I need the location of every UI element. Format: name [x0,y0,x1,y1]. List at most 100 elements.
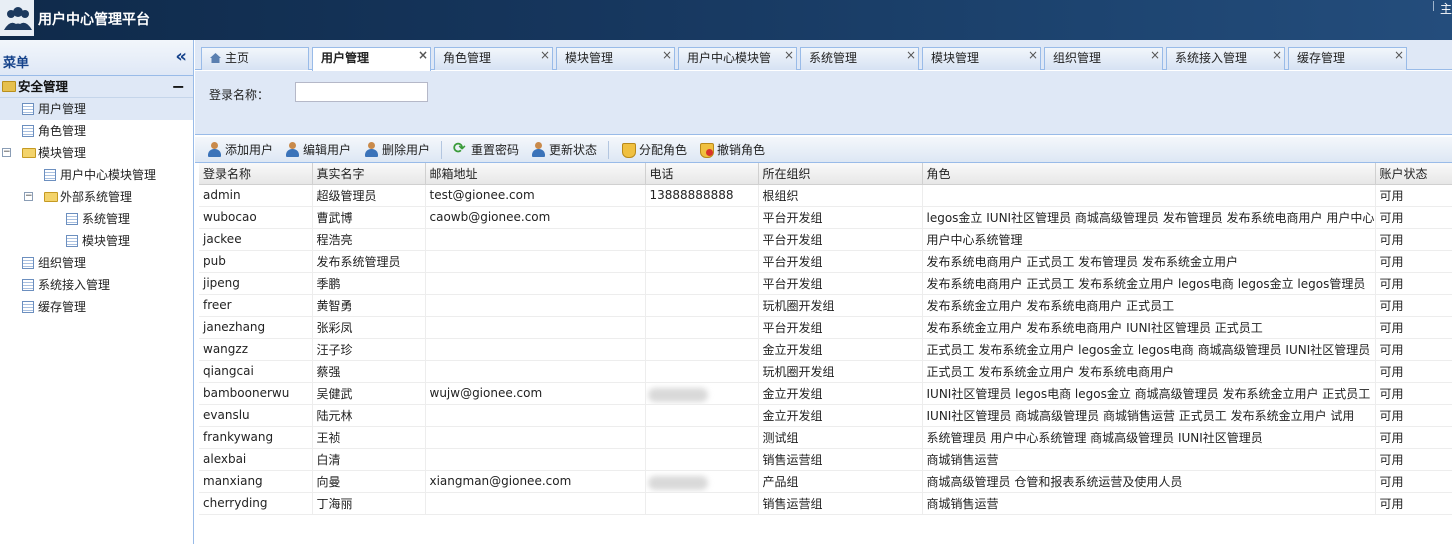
update-status-button[interactable]: 更新状态 [531,141,597,159]
reset-password-button[interactable]: 重置密码 [453,139,519,159]
table-row[interactable]: janezhang 张彩凤 平台开发组 发布系统金立用户 发布系统电商用户 IUNI社… [199,316,1452,339]
sidebar-item-label: 用户中心模块管理 [60,168,157,182]
table-row[interactable]: wubocao 曹武博 caowb@gionee.com 平台开发组 legos金立 I… [199,206,1452,229]
table-row[interactable]: jipeng 季鹏 平台开发组 发布系统电商用户 正式员工 发布系统金立用户 lego… [199,272,1452,295]
tab-system-management[interactable]: 系统管理 × [800,47,919,70]
close-icon[interactable]: × [1272,45,1282,66]
close-icon[interactable]: × [1150,45,1160,66]
tab-bar: 主页 用户管理 × 角色管理 × 模块管理 × 用户中心模块管 × 系统管理 × 模块管理… [195,40,1452,71]
assign-role-label: 分配角色 [639,143,688,157]
table-row[interactable]: wangzz 汪子珍 金立开发组 正式员工 发布系统金立用户 legos金立 lego… [199,338,1452,361]
grid-icon [22,103,34,115]
grid-icon [22,301,34,313]
close-icon[interactable]: × [784,45,794,66]
tab-system-access[interactable]: 系统接入管理 × [1166,47,1285,70]
table-cell: janezhang [199,316,313,339]
close-icon[interactable]: × [906,45,916,66]
table-cell: 可用 [1375,316,1452,339]
tab-label: 主页 [225,51,250,65]
add-user-button[interactable]: 添加用户 [207,141,273,159]
collapse-tree-icon[interactable]: − [2,148,11,157]
column-header[interactable]: 角色 [922,163,1376,185]
table-cell: legos金立 IUNI社区管理员 商城高级管理员 发布管理员 发布系统电商用户… [922,206,1376,229]
table-row[interactable]: pub 发布系统管理员 平台开发组 发布系统电商用户 正式员工 发布管理员 发布系统金… [199,250,1452,273]
table-row[interactable]: cherryding 丁海丽 销售运营组 商城销售运营 可用 [199,492,1452,515]
tab-module-management[interactable]: 模块管理 × [556,47,675,70]
collapse-icon[interactable]: « [175,48,187,66]
tab-label: 系统接入管理 [1175,51,1248,65]
table-cell: 可用 [1375,448,1452,471]
tab-module-management-2[interactable]: 模块管理 × [922,47,1041,70]
table-cell: 系统管理员 用户中心系统管理 商城高级管理员 IUNI社区管理员 [922,426,1376,449]
table-row[interactable]: freer 黄智勇 玩机圈开发组 发布系统金立用户 发布系统电商用户 正式员工 可用 [199,294,1452,317]
header-right-link[interactable]: 主 [1432,0,1452,17]
sidebar-item-system-access[interactable]: 系统接入管理 [0,274,193,296]
sidebar-item-user-management[interactable]: 用户管理 [0,98,193,120]
column-header[interactable]: 真实名字 [312,163,426,185]
table-cell: 黄智勇 [312,294,426,317]
table-row[interactable]: evanslu 陆元林 金立开发组 IUNI社区管理员 商城高级管理员 商城销售运营 … [199,404,1452,427]
table-cell: 平台开发组 [758,228,923,251]
column-header[interactable]: 电话 [645,163,759,185]
close-icon[interactable]: × [1028,45,1038,66]
table-row[interactable]: bamboonerwu 吴健武 wujw@gionee.com 金立开发组 IUNI社区… [199,382,1452,405]
sidebar-item-module-management[interactable]: − 模块管理 [0,142,193,164]
shield-icon [621,142,636,158]
search-panel: 登录名称： [195,71,1452,135]
app-title: 用户中心管理平台 [38,12,150,28]
column-header[interactable]: 邮箱地址 [425,163,646,185]
column-header[interactable]: 账户状态 [1375,163,1452,185]
sidebar-header: 菜单 « [0,40,193,76]
delete-user-button[interactable]: 删除用户 [364,141,430,159]
table-cell [425,492,646,515]
login-name-label: 登录名称： [209,88,270,102]
sidebar-item-usercenter-module[interactable]: 用户中心模块管理 [0,164,193,186]
revoke-role-label: 撤销角色 [717,143,766,157]
sidebar-item-cache-management[interactable]: 缓存管理 [0,296,193,318]
tab-usercenter-module[interactable]: 用户中心模块管 × [678,47,797,70]
table-row[interactable]: qiangcai 蔡强 玩机圈开发组 正式员工 发布系统金立用户 发布系统电商用户 可用 [199,360,1452,383]
tab-role-management[interactable]: 角色管理 × [434,47,553,70]
table-cell: 销售运营组 [758,448,923,471]
sidebar-item-label: 模块管理 [38,146,87,160]
sidebar-item-system-management[interactable]: 系统管理 [0,208,193,230]
minus-icon[interactable]: − [172,76,185,98]
revoke-role-button[interactable]: 撤销角色 [699,141,765,159]
tab-cache-management[interactable]: 缓存管理 × [1288,47,1407,70]
table-cell: 用户中心系统管理 [922,228,1376,251]
tab-label: 用户管理 [321,51,370,65]
table-cell: pub [199,250,313,273]
add-user-icon [207,142,222,157]
table-cell: 可用 [1375,470,1452,493]
column-header[interactable]: 所在组织 [758,163,923,185]
table-row[interactable]: alexbai 白清 销售运营组 商城销售运营 可用 [199,448,1452,471]
sidebar-item-external-system[interactable]: − 外部系统管理 [0,186,193,208]
table-cell: 发布系统电商用户 正式员工 发布管理员 发布系统金立用户 [922,250,1376,273]
edit-user-button[interactable]: 编辑用户 [285,141,351,159]
table-row[interactable]: jackee 程浩亮 平台开发组 用户中心系统管理 可用 [199,228,1452,251]
assign-role-button[interactable]: 分配角色 [621,141,687,159]
close-icon[interactable]: × [418,45,428,66]
login-name-input[interactable] [295,82,428,102]
table-row[interactable]: admin 超级管理员 test@gionee.com 13888888888 根组织 可… [199,184,1452,207]
tab-home[interactable]: 主页 [201,47,309,70]
close-icon[interactable]: × [1394,45,1404,66]
table-cell: IUNI社区管理员 legos电商 legos金立 商城高级管理员 发布系统金立… [922,382,1376,405]
header-right-text: 主 [1439,2,1452,16]
user-table-body: 登录名称 真实名字 邮箱地址 电话 所在组织 角色 账户状态 admin 超级管理… [199,163,1452,515]
collapse-tree-icon[interactable]: − [24,192,33,201]
edit-user-icon [285,142,300,157]
table-row[interactable]: manxiang 向曼 xiangman@gionee.com 产品组 商城高级管理员 … [199,470,1452,493]
sidebar-item-submodule-management[interactable]: 模块管理 [0,230,193,252]
close-icon[interactable]: × [662,45,672,66]
tab-user-management[interactable]: 用户管理 × [312,47,431,71]
column-header[interactable]: 登录名称 [199,163,313,185]
sidebar-section-security[interactable]: 安全管理 − [0,76,193,98]
table-row[interactable]: frankywang 王祯 测试组 系统管理员 用户中心系统管理 商城高级管理员 IU… [199,426,1452,449]
sidebar-item-org-management[interactable]: 组织管理 [0,252,193,274]
table-cell [645,206,759,229]
close-icon[interactable]: × [540,45,550,66]
tab-org-management[interactable]: 组织管理 × [1044,47,1163,70]
table-cell [425,360,646,383]
sidebar-item-role-management[interactable]: 角色管理 [0,120,193,142]
